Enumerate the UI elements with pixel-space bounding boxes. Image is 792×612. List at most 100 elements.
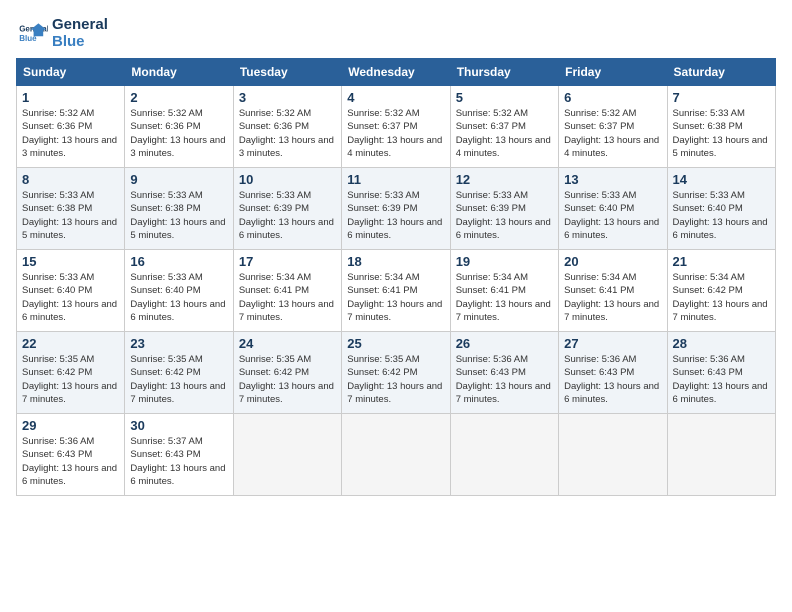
- cell-sun-info: Sunrise: 5:32 AMSunset: 6:36 PMDaylight:…: [239, 107, 336, 160]
- calendar-cell: [233, 414, 341, 496]
- calendar-week-row: 15Sunrise: 5:33 AMSunset: 6:40 PMDayligh…: [17, 250, 776, 332]
- calendar-cell: 8 Sunrise: 5:33 AMSunset: 6:38 PMDaylight…: [17, 168, 125, 250]
- cell-day-number: 22: [22, 336, 119, 351]
- col-header-sunday: Sunday: [17, 59, 125, 86]
- col-header-monday: Monday: [125, 59, 233, 86]
- cell-sun-info: Sunrise: 5:33 AMSunset: 6:38 PMDaylight:…: [22, 189, 119, 242]
- cell-sun-info: Sunrise: 5:34 AMSunset: 6:41 PMDaylight:…: [239, 271, 336, 324]
- cell-day-number: 28: [673, 336, 770, 351]
- page-header: General Blue General Blue: [16, 16, 776, 50]
- cell-sun-info: Sunrise: 5:36 AMSunset: 6:43 PMDaylight:…: [456, 353, 553, 406]
- calendar-cell: 18 Sunrise: 5:34 AMSunset: 6:41 PMDayligh…: [342, 250, 450, 332]
- cell-day-number: 18: [347, 254, 444, 269]
- calendar-cell: 6 Sunrise: 5:32 AMSunset: 6:37 PMDaylight…: [559, 86, 667, 168]
- calendar-cell: 27 Sunrise: 5:36 AMSunset: 6:43 PMDayligh…: [559, 332, 667, 414]
- cell-day-number: 23: [130, 336, 227, 351]
- calendar-week-row: 29Sunrise: 5:36 AMSunset: 6:43 PMDayligh…: [17, 414, 776, 496]
- calendar-week-row: 1 Sunrise: 5:32 AMSunset: 6:36 PMDaylight…: [17, 86, 776, 168]
- cell-day-number: 26: [456, 336, 553, 351]
- cell-day-number: 1: [22, 90, 119, 105]
- cell-sun-info: Sunrise: 5:36 AMSunset: 6:43 PMDaylight:…: [22, 435, 119, 488]
- calendar-cell: 5 Sunrise: 5:32 AMSunset: 6:37 PMDaylight…: [450, 86, 558, 168]
- calendar-cell: 10 Sunrise: 5:33 AMSunset: 6:39 PMDayligh…: [233, 168, 341, 250]
- logo-icon: General Blue: [16, 17, 48, 49]
- cell-sun-info: Sunrise: 5:32 AMSunset: 6:36 PMDaylight:…: [22, 107, 119, 160]
- calendar-cell: 23Sunrise: 5:35 AMSunset: 6:42 PMDayligh…: [125, 332, 233, 414]
- cell-sun-info: Sunrise: 5:32 AMSunset: 6:36 PMDaylight:…: [130, 107, 227, 160]
- cell-day-number: 2: [130, 90, 227, 105]
- cell-day-number: 30: [130, 418, 227, 433]
- calendar-cell: [559, 414, 667, 496]
- cell-sun-info: Sunrise: 5:34 AMSunset: 6:42 PMDaylight:…: [673, 271, 770, 324]
- calendar-cell: 22 Sunrise: 5:35 AMSunset: 6:42 PMDayligh…: [17, 332, 125, 414]
- calendar-header-row: SundayMondayTuesdayWednesdayThursdayFrid…: [17, 59, 776, 86]
- cell-sun-info: Sunrise: 5:33 AMSunset: 6:40 PMDaylight:…: [22, 271, 119, 324]
- cell-day-number: 16: [130, 254, 227, 269]
- calendar-cell: 17 Sunrise: 5:34 AMSunset: 6:41 PMDayligh…: [233, 250, 341, 332]
- cell-sun-info: Sunrise: 5:33 AMSunset: 6:38 PMDaylight:…: [130, 189, 227, 242]
- cell-sun-info: Sunrise: 5:32 AMSunset: 6:37 PMDaylight:…: [347, 107, 444, 160]
- cell-sun-info: Sunrise: 5:35 AMSunset: 6:42 PMDaylight:…: [22, 353, 119, 406]
- cell-sun-info: Sunrise: 5:35 AMSunset: 6:42 PMDaylight:…: [347, 353, 444, 406]
- cell-day-number: 14: [673, 172, 770, 187]
- cell-day-number: 8: [22, 172, 119, 187]
- cell-day-number: 17: [239, 254, 336, 269]
- calendar-cell: [450, 414, 558, 496]
- calendar-cell: 21 Sunrise: 5:34 AMSunset: 6:42 PMDayligh…: [667, 250, 775, 332]
- calendar-cell: 4 Sunrise: 5:32 AMSunset: 6:37 PMDaylight…: [342, 86, 450, 168]
- logo-text-general: General: [52, 16, 108, 33]
- logo-text-blue: Blue: [52, 33, 108, 50]
- cell-sun-info: Sunrise: 5:32 AMSunset: 6:37 PMDaylight:…: [456, 107, 553, 160]
- calendar-cell: 11Sunrise: 5:33 AMSunset: 6:39 PMDayligh…: [342, 168, 450, 250]
- cell-sun-info: Sunrise: 5:33 AMSunset: 6:40 PMDaylight:…: [673, 189, 770, 242]
- cell-day-number: 27: [564, 336, 661, 351]
- calendar-cell: 12Sunrise: 5:33 AMSunset: 6:39 PMDayligh…: [450, 168, 558, 250]
- calendar-cell: 24Sunrise: 5:35 AMSunset: 6:42 PMDayligh…: [233, 332, 341, 414]
- calendar-cell: 15Sunrise: 5:33 AMSunset: 6:40 PMDayligh…: [17, 250, 125, 332]
- calendar-cell: 13Sunrise: 5:33 AMSunset: 6:40 PMDayligh…: [559, 168, 667, 250]
- cell-day-number: 21: [673, 254, 770, 269]
- calendar-week-row: 22 Sunrise: 5:35 AMSunset: 6:42 PMDayligh…: [17, 332, 776, 414]
- calendar-cell: 7Sunrise: 5:33 AMSunset: 6:38 PMDaylight…: [667, 86, 775, 168]
- cell-sun-info: Sunrise: 5:36 AMSunset: 6:43 PMDaylight:…: [673, 353, 770, 406]
- calendar-cell: 14 Sunrise: 5:33 AMSunset: 6:40 PMDayligh…: [667, 168, 775, 250]
- calendar-cell: [667, 414, 775, 496]
- cell-sun-info: Sunrise: 5:33 AMSunset: 6:40 PMDaylight:…: [130, 271, 227, 324]
- cell-sun-info: Sunrise: 5:33 AMSunset: 6:39 PMDaylight:…: [239, 189, 336, 242]
- calendar-cell: 1 Sunrise: 5:32 AMSunset: 6:36 PMDaylight…: [17, 86, 125, 168]
- cell-sun-info: Sunrise: 5:32 AMSunset: 6:37 PMDaylight:…: [564, 107, 661, 160]
- cell-sun-info: Sunrise: 5:36 AMSunset: 6:43 PMDaylight:…: [564, 353, 661, 406]
- cell-sun-info: Sunrise: 5:34 AMSunset: 6:41 PMDaylight:…: [564, 271, 661, 324]
- cell-day-number: 7: [673, 90, 770, 105]
- calendar-cell: 9Sunrise: 5:33 AMSunset: 6:38 PMDaylight…: [125, 168, 233, 250]
- calendar-cell: 26 Sunrise: 5:36 AMSunset: 6:43 PMDayligh…: [450, 332, 558, 414]
- calendar-cell: 16 Sunrise: 5:33 AMSunset: 6:40 PMDayligh…: [125, 250, 233, 332]
- cell-sun-info: Sunrise: 5:37 AMSunset: 6:43 PMDaylight:…: [130, 435, 227, 488]
- logo-wordmark: General Blue: [52, 16, 108, 50]
- col-header-thursday: Thursday: [450, 59, 558, 86]
- logo: General Blue General Blue: [16, 16, 108, 50]
- cell-day-number: 19: [456, 254, 553, 269]
- cell-day-number: 6: [564, 90, 661, 105]
- calendar-cell: 25 Sunrise: 5:35 AMSunset: 6:42 PMDayligh…: [342, 332, 450, 414]
- cell-day-number: 10: [239, 172, 336, 187]
- cell-sun-info: Sunrise: 5:33 AMSunset: 6:39 PMDaylight:…: [456, 189, 553, 242]
- cell-day-number: 25: [347, 336, 444, 351]
- calendar-cell: 29Sunrise: 5:36 AMSunset: 6:43 PMDayligh…: [17, 414, 125, 496]
- cell-sun-info: Sunrise: 5:34 AMSunset: 6:41 PMDaylight:…: [347, 271, 444, 324]
- calendar-table: SundayMondayTuesdayWednesdayThursdayFrid…: [16, 58, 776, 496]
- col-header-tuesday: Tuesday: [233, 59, 341, 86]
- cell-day-number: 20: [564, 254, 661, 269]
- calendar-cell: 2 Sunrise: 5:32 AMSunset: 6:36 PMDaylight…: [125, 86, 233, 168]
- calendar-week-row: 8 Sunrise: 5:33 AMSunset: 6:38 PMDaylight…: [17, 168, 776, 250]
- cell-sun-info: Sunrise: 5:35 AMSunset: 6:42 PMDaylight:…: [239, 353, 336, 406]
- col-header-friday: Friday: [559, 59, 667, 86]
- cell-day-number: 13: [564, 172, 661, 187]
- cell-sun-info: Sunrise: 5:34 AMSunset: 6:41 PMDaylight:…: [456, 271, 553, 324]
- calendar-cell: 28 Sunrise: 5:36 AMSunset: 6:43 PMDayligh…: [667, 332, 775, 414]
- cell-day-number: 5: [456, 90, 553, 105]
- calendar-cell: 20 Sunrise: 5:34 AMSunset: 6:41 PMDayligh…: [559, 250, 667, 332]
- cell-day-number: 4: [347, 90, 444, 105]
- cell-day-number: 11: [347, 172, 444, 187]
- calendar-cell: [342, 414, 450, 496]
